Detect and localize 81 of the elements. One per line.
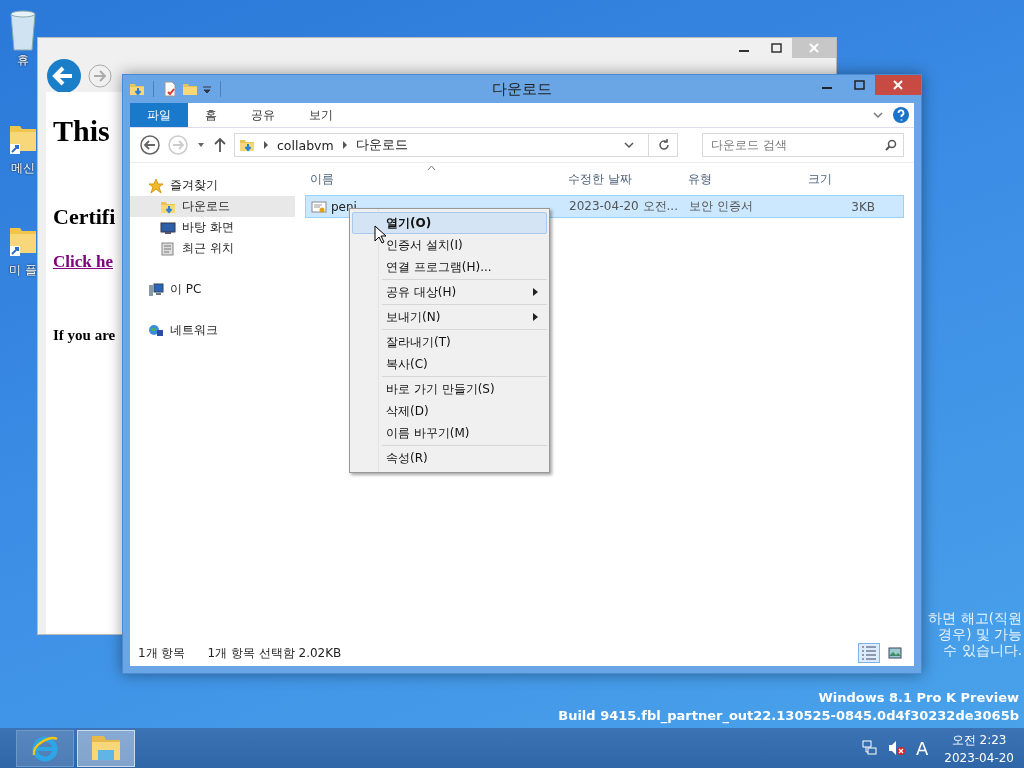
address-bar[interactable]: collabvm 다운로드 — [234, 133, 678, 157]
file-explorer-taskbar-button[interactable] — [77, 729, 135, 767]
column-header[interactable]: 유형 — [683, 170, 803, 188]
ribbon-tab[interactable]: 홈 — [188, 103, 234, 127]
breadcrumb-item[interactable]: 다운로드 — [355, 136, 408, 154]
page-link[interactable]: Click he — [53, 252, 113, 272]
status-text: 1개 항목 — [138, 644, 186, 662]
minimize-icon — [739, 50, 749, 52]
folder-icon — [239, 137, 255, 153]
computer-icon — [148, 281, 164, 298]
column-header[interactable]: 수정한 날짜 — [563, 170, 683, 188]
nav-item[interactable]: 바탕 화면 — [130, 217, 295, 238]
menu-item[interactable]: 바로 가기 만들기(S) — [352, 378, 547, 400]
menu-item[interactable]: 속성(R) — [352, 447, 547, 469]
up-arrow-icon[interactable] — [214, 137, 226, 153]
input-language-indicator[interactable]: A — [915, 737, 929, 759]
recent-places-icon — [160, 240, 176, 257]
monitor-icon — [160, 219, 176, 236]
menu-item[interactable]: 인증서 설치(I) — [352, 234, 547, 256]
back-icon[interactable] — [140, 135, 160, 155]
desktop-icon-label: 미 플 — [8, 264, 38, 278]
minimize-icon — [822, 87, 832, 89]
recycle-bin-icon[interactable] — [7, 8, 39, 52]
nav-item[interactable]: 네트워크 — [130, 320, 295, 341]
properties-icon[interactable] — [162, 81, 178, 97]
maximize-icon — [853, 80, 865, 90]
maximize-icon — [770, 43, 782, 53]
browser-taskbar-button[interactable] — [16, 729, 74, 767]
ribbon-tab[interactable]: 보기 — [292, 103, 350, 127]
submenu-arrow-icon — [533, 288, 538, 296]
chevron-icon[interactable] — [341, 141, 348, 149]
sort-caret-icon — [427, 165, 436, 171]
page-heading: This — [53, 114, 110, 148]
back-button-icon[interactable] — [46, 58, 82, 94]
menu-item[interactable]: 공유 대상(H) — [352, 281, 547, 303]
nav-item[interactable]: 다운로드 — [130, 196, 295, 217]
close-icon — [893, 80, 903, 90]
submenu-arrow-icon — [533, 313, 538, 321]
network-icon[interactable] — [861, 740, 878, 756]
menu-item[interactable]: 연결 프로그램(H)... — [352, 256, 547, 278]
nav-item[interactable]: 이 PC — [130, 279, 295, 300]
refresh-icon[interactable] — [657, 138, 671, 152]
search-field[interactable]: 다운로드 검색 — [702, 133, 904, 157]
ribbon-tab[interactable]: 공유 — [234, 103, 292, 127]
status-text: 1개 항목 선택함 2.02KB — [207, 644, 342, 662]
nav-item[interactable]: 즐겨찾기 — [130, 175, 295, 196]
desktop-notice-text: 수 있습니다. — [943, 642, 1022, 659]
page-text: If you are — [53, 327, 116, 344]
menu-item[interactable]: 이름 바꾸기(M) — [352, 422, 547, 444]
mouse-cursor-icon — [374, 225, 386, 244]
folder-icon — [90, 734, 122, 762]
dropdown-icon[interactable] — [624, 140, 634, 150]
desktop-icon-label: 휴 — [16, 54, 30, 68]
details-view-button[interactable] — [858, 643, 880, 663]
close-button[interactable] — [875, 75, 921, 95]
clock[interactable]: 오전 2:23 2023-04-20 — [944, 731, 1014, 765]
menu-item[interactable]: 잘라내기(T) — [352, 331, 547, 353]
build-watermark-text: Windows 8.1 Pro K Preview — [818, 690, 1019, 705]
menu-item[interactable]: 열기(O) — [352, 212, 547, 234]
close-icon — [809, 43, 819, 53]
build-watermark-text: Build 9415.fbl_partner_out22.130525-0845.0d4f30232de3065b — [558, 708, 1019, 723]
desktop-notice-text: 경우) 및 가능 — [938, 626, 1022, 643]
star-icon — [148, 177, 164, 194]
menu-item[interactable]: 삭제(D) — [352, 400, 547, 422]
desktop-icon-label: 메신 — [10, 162, 36, 176]
breadcrumb-item[interactable]: collabvm — [277, 137, 334, 153]
column-header[interactable]: 크기 — [803, 170, 878, 188]
folder-icon[interactable] — [129, 81, 145, 97]
search-icon[interactable] — [885, 139, 897, 151]
muted-speaker-icon[interactable] — [887, 740, 906, 756]
desktop-notice-text: 하면 해고(직원 — [928, 610, 1022, 627]
menu-item[interactable]: 복사(C) — [352, 353, 547, 375]
ribbon-tab[interactable]: 파일 — [130, 103, 188, 127]
network-icon — [148, 322, 164, 339]
window-title: 다운로드 — [492, 79, 552, 98]
nav-item[interactable]: 최근 위치 — [130, 238, 295, 259]
page-heading: Certifi — [53, 204, 116, 230]
menu-item[interactable]: 보내기(N) — [352, 306, 547, 328]
column-header[interactable]: 이름 — [305, 170, 563, 188]
certificate-icon — [311, 198, 327, 215]
chevron-icon[interactable] — [263, 141, 269, 149]
